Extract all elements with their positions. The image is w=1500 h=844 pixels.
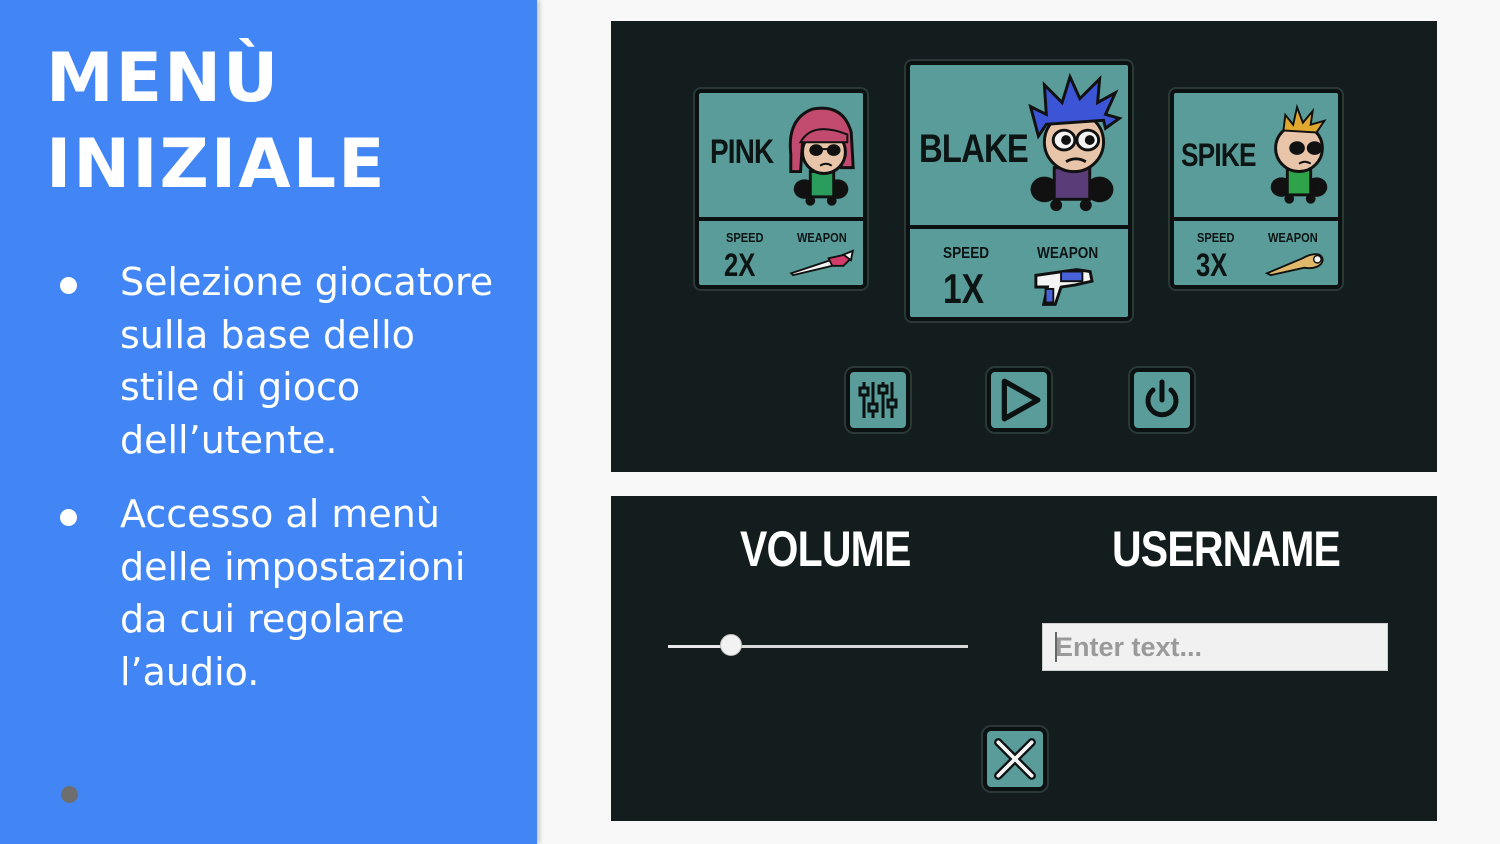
bullet-item: Accesso al menù delle impostazioni da cu… [58, 488, 498, 698]
bullet-text: Accesso al menù delle impostazioni da cu… [120, 492, 466, 694]
text-caret [1055, 632, 1057, 662]
slide-title-line-1: MENÙ [46, 39, 281, 118]
speed-value: 2X [724, 247, 756, 283]
settings-menu-screenshot: VOLUME USERNAME [611, 496, 1437, 821]
speed-value: 1X [943, 265, 985, 312]
blake-avatar-icon [1028, 72, 1123, 212]
character-card-blake[interactable]: BLAKE SPEED WEAPON 1X [906, 61, 1132, 321]
weapon-label: WEAPON [1037, 245, 1099, 262]
volume-slider-handle[interactable] [720, 634, 742, 656]
character-name: BLAKE [919, 127, 1029, 171]
slide-title-line-2: INIZIALE [46, 125, 387, 204]
sliders-icon [858, 382, 898, 418]
character-card-spike[interactable]: SPIKE SPEED WEAPON 3X [1170, 89, 1342, 289]
spike-avatar-icon [1270, 103, 1328, 204]
close-settings-button[interactable] [983, 727, 1047, 791]
bullet-item: Selezione giocatore sulla base dello sti… [58, 256, 498, 466]
settings-button[interactable] [846, 368, 910, 432]
bullet-text: Selezione giocatore sulla base dello sti… [120, 260, 494, 462]
character-name: PINK [710, 133, 774, 171]
username-input[interactable] [1042, 623, 1388, 671]
power-icon [1145, 379, 1179, 418]
volume-slider[interactable] [668, 645, 968, 648]
quit-button[interactable] [1130, 368, 1194, 432]
play-button[interactable] [987, 368, 1051, 432]
empty-bullet-dot-icon [61, 786, 78, 803]
spear-icon [789, 249, 855, 277]
weapon-label: WEAPON [797, 230, 847, 245]
baseball-bat-icon [1264, 253, 1324, 277]
close-icon [994, 738, 1036, 780]
character-name: SPIKE [1181, 137, 1256, 173]
main-menu-screenshot: PINK SPEED WEAPON 2X BLAKE SPEED WEAPON … [611, 21, 1437, 472]
slide-text-panel: MENÙ INIZIALE Selezione giocatore sulla … [0, 0, 537, 844]
username-heading: USERNAME [1112, 521, 1341, 577]
blaster-gun-icon [1034, 268, 1094, 306]
slide-title: MENÙ INIZIALE [46, 36, 387, 208]
weapon-label: WEAPON [1268, 230, 1318, 245]
character-card-pink[interactable]: PINK SPEED WEAPON 2X [695, 89, 867, 289]
volume-heading: VOLUME [740, 521, 911, 577]
speed-value: 3X [1196, 247, 1228, 283]
bullet-list: Selezione giocatore sulla base dello sti… [58, 256, 498, 720]
play-icon [1001, 378, 1041, 422]
speed-label: SPEED [726, 230, 764, 245]
bullet-dot-icon [60, 277, 77, 294]
speed-label: SPEED [943, 245, 990, 262]
pink-avatar-icon [788, 106, 855, 206]
bullet-dot-icon [60, 509, 77, 526]
speed-label: SPEED [1197, 230, 1235, 245]
